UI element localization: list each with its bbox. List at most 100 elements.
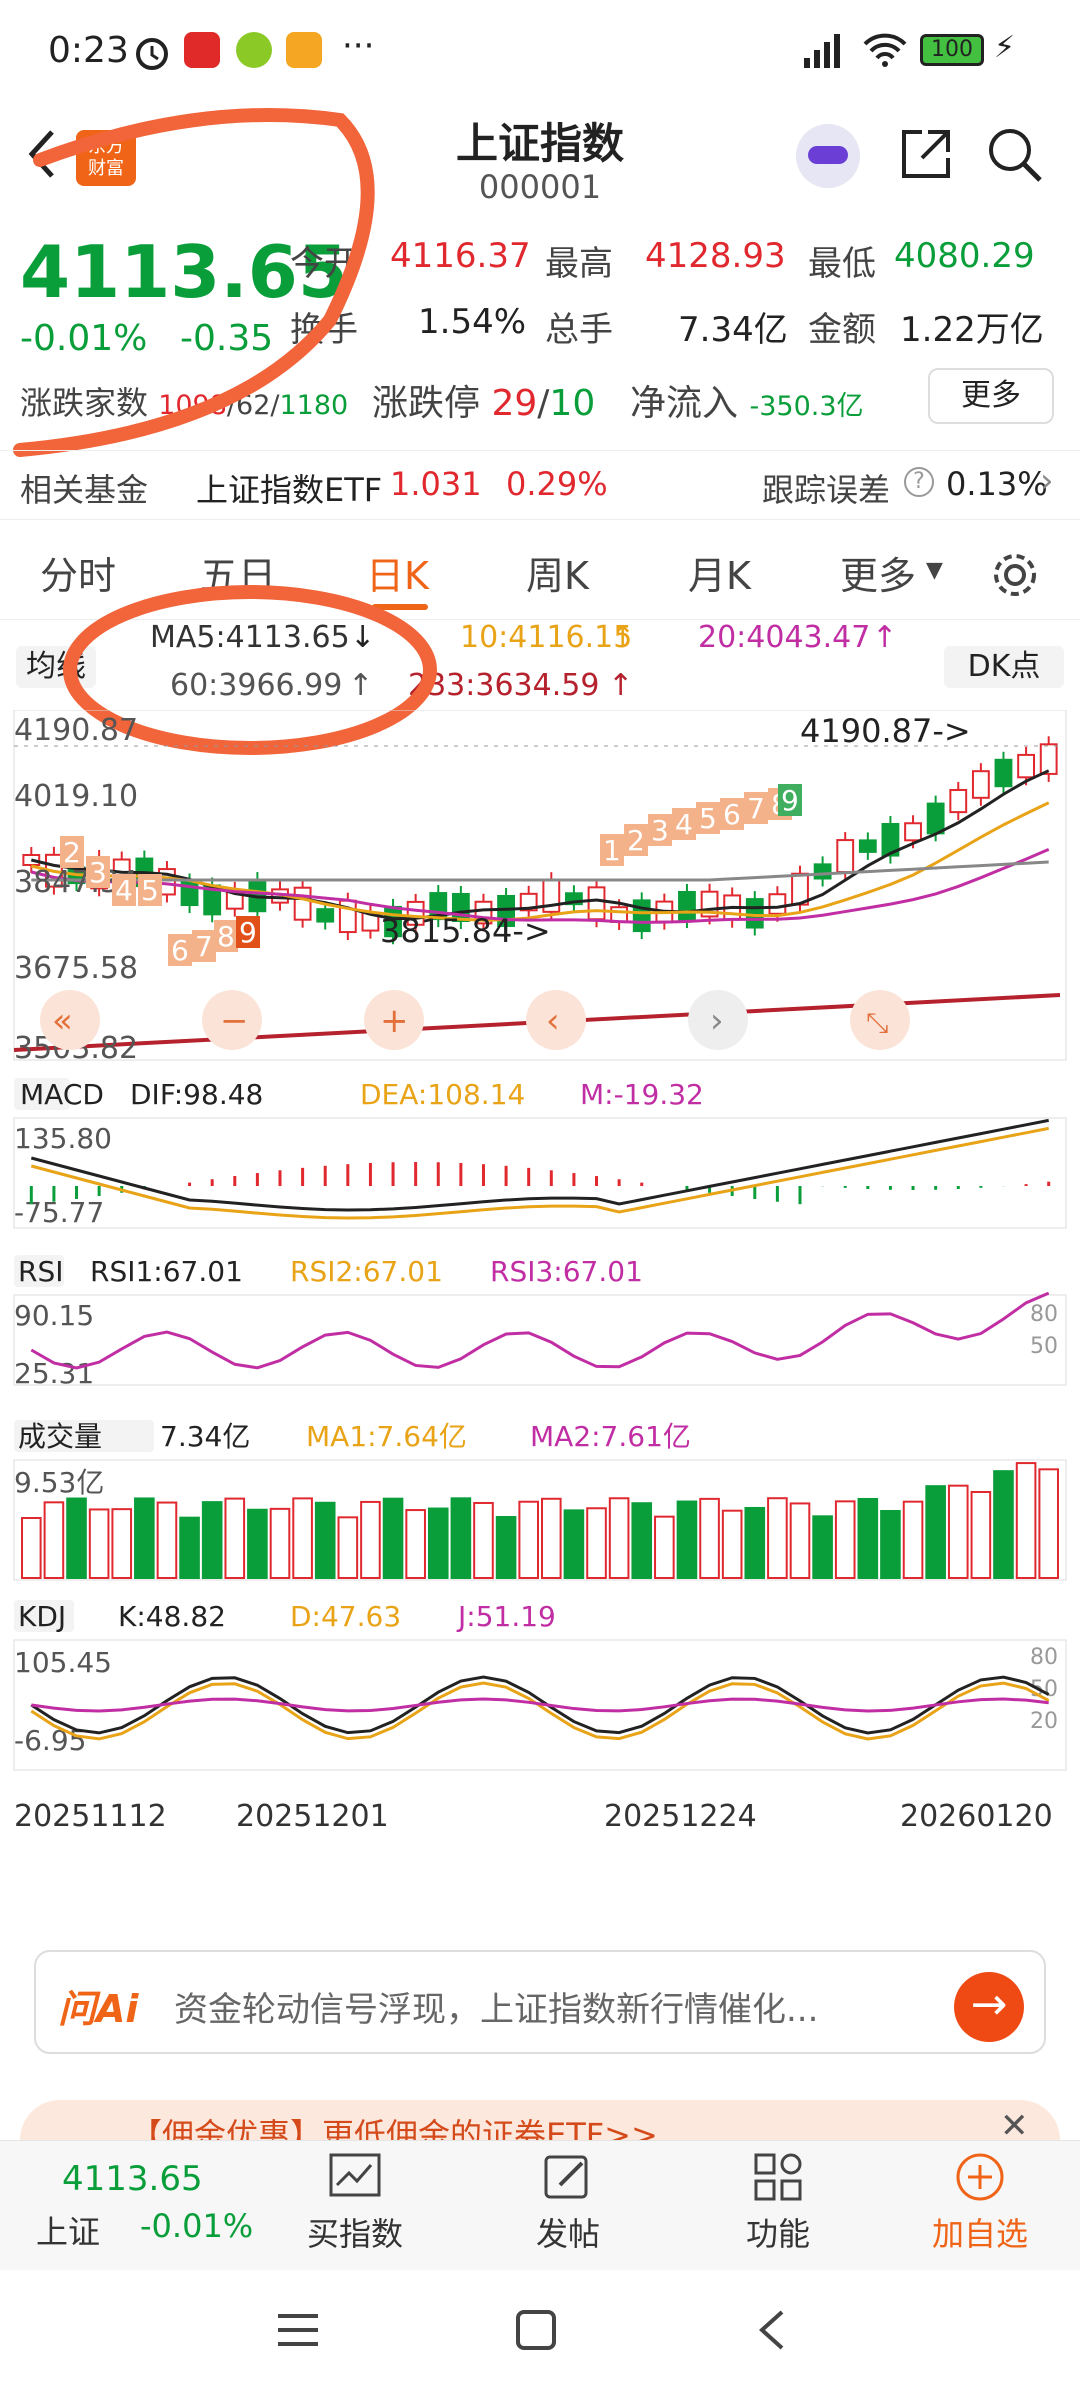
ai-go-arrow-icon[interactable]: → <box>954 1972 1024 2042</box>
breadth-up: 1098 <box>158 390 227 421</box>
volume-label[interactable]: 成交量 <box>18 1420 102 1453</box>
date-label-1: 20251201 <box>236 1799 389 1834</box>
functions-button[interactable]: 功能 <box>698 2151 858 2255</box>
tab-intraday[interactable]: 分时 <box>40 545 116 600</box>
volume-bar <box>925 1485 946 1579</box>
kdj-label[interactable]: KDJ <box>18 1600 66 1633</box>
ma5-value: MA5:4113.65 <box>150 620 350 655</box>
tracking-error-value: 0.13% <box>946 465 1048 503</box>
candle <box>316 908 335 923</box>
candle <box>745 898 764 929</box>
volume-now: 7.34亿 <box>160 1420 250 1453</box>
volume-bar <box>134 1497 155 1579</box>
candle <box>813 863 832 880</box>
candle <box>587 886 606 921</box>
volume-bar <box>360 1500 381 1579</box>
back-nav-icon[interactable] <box>752 2308 792 2352</box>
post-button[interactable]: 发帖 <box>488 2151 648 2255</box>
search-icon[interactable] <box>986 126 1044 184</box>
svg-text:−: − <box>220 1001 249 1041</box>
app-icon-green <box>236 32 272 68</box>
settings-gear-icon[interactable] <box>990 550 1040 600</box>
td-marker: 5 <box>141 874 159 907</box>
volume-bar <box>1038 1468 1060 1579</box>
td-marker: 6 <box>171 934 189 967</box>
add-watchlist-button[interactable]: 加自选 <box>900 2151 1060 2255</box>
tab-more[interactable]: 更多 <box>840 545 916 600</box>
high-value: 4128.93 <box>645 236 786 276</box>
open-label: 今开 <box>290 244 358 284</box>
volume-bar <box>676 1500 698 1579</box>
ma233-value: 233:3634.59 <box>408 668 600 703</box>
volume-bar <box>812 1515 833 1579</box>
dea-line <box>30 1126 1049 1220</box>
tab-five-day[interactable]: 五日 <box>200 545 276 600</box>
active-tab-indicator <box>372 604 428 610</box>
help-icon[interactable]: ? <box>904 467 934 497</box>
assistant-avatar[interactable] <box>796 124 860 188</box>
volume-bar <box>156 1501 178 1579</box>
volume-bar <box>947 1484 969 1579</box>
bottom-price: 4113.65 <box>62 2159 203 2199</box>
kline-chart-area[interactable]: 均线 MA5:4113.65 ↓ 10:4116.15 ↑ 20:4043.47 ↑ … <box>0 585 1080 1920</box>
td-marker: 7 <box>195 930 213 963</box>
menu-icon[interactable] <box>276 2310 320 2350</box>
volume-bar <box>518 1500 539 1579</box>
candle <box>768 893 787 915</box>
volume-bar <box>970 1490 992 1579</box>
related-fund-row[interactable]: 相关基金 上证指数ETF 1.031 0.29% 跟踪误差 ? 0.13% › <box>0 450 1080 520</box>
volume-ma1: MA1:7.64亿 <box>306 1420 467 1453</box>
buy-index-button[interactable]: 买指数 <box>275 2151 435 2255</box>
add-circle-icon <box>956 2153 1004 2201</box>
volume-bar <box>43 1501 65 1579</box>
ma10-value: 10:4116.15 <box>460 620 633 655</box>
rsi-80: 80 <box>1030 1302 1058 1327</box>
limit-label: 涨跌停 <box>372 383 481 424</box>
rsi-label[interactable]: RSI <box>18 1255 64 1288</box>
dif-line <box>30 1118 1049 1212</box>
td-marker: 3 <box>651 814 669 847</box>
macd-dea: DEA:108.14 <box>360 1078 525 1111</box>
kdj-j: J:51.19 <box>456 1600 556 1633</box>
kline-svg: 4190.87 4019.10 3847.34 3675.58 3503.82 … <box>13 710 1067 1834</box>
fund-price: 1.031 <box>390 465 482 503</box>
add-watchlist-label: 加自选 <box>931 2215 1028 2253</box>
more-button[interactable]: 更多 <box>928 368 1054 424</box>
breadth-row: 涨跌家数 1098/62/1180 <box>20 384 349 422</box>
min-marker: 3815.84-> <box>380 912 551 950</box>
volume-bar <box>224 1497 246 1579</box>
alarm-icon <box>136 38 168 70</box>
volume-bar <box>541 1497 562 1579</box>
tab-daily-k[interactable]: 日K <box>366 545 429 600</box>
td-marker: 4 <box>675 808 693 841</box>
candle <box>971 770 990 799</box>
ai-assistant-bar[interactable]: 问Ai 资金轮动信号浮现，上证指数新行情催化... → <box>34 1950 1046 2054</box>
dk-point-button[interactable]: DK点 <box>944 646 1064 688</box>
macd-bottom: -75.77 <box>14 1196 104 1229</box>
volume-bar <box>857 1497 879 1579</box>
volume-bar <box>337 1516 359 1579</box>
rsi-panel: RSI RSI1:67.01 RSI2:67.01 RSI3:67.01 90.… <box>13 1255 1067 1390</box>
bottom-percent: -0.01% <box>140 2207 254 2245</box>
fund-name[interactable]: 上证指数ETF <box>196 465 382 511</box>
volume-bar <box>269 1507 291 1579</box>
volume-bar <box>66 1497 87 1579</box>
volume-bar <box>654 1515 675 1579</box>
ma-toggle-button[interactable]: 均线 <box>16 646 96 688</box>
macd-label[interactable]: MACD <box>20 1078 104 1111</box>
fund-label: 相关基金 <box>20 471 149 509</box>
home-icon[interactable] <box>514 2308 558 2352</box>
kdj-d: D:47.63 <box>290 1600 401 1633</box>
td-marker: 2 <box>627 824 645 857</box>
volume-bar <box>789 1502 811 1579</box>
ma20-value: 20:4043.47 <box>698 620 871 655</box>
ai-logo: 问Ai <box>58 1987 139 2031</box>
volume-bar <box>880 1510 901 1579</box>
volume-bar <box>405 1509 426 1579</box>
td-marker: 4 <box>115 874 133 907</box>
tab-monthly-k[interactable]: 月K <box>688 545 751 600</box>
share-icon[interactable] <box>898 126 954 182</box>
tab-weekly-k[interactable]: 周K <box>526 545 589 600</box>
rsi-top: 90.15 <box>14 1299 94 1332</box>
svg-text:‹: ‹ <box>546 1001 560 1041</box>
